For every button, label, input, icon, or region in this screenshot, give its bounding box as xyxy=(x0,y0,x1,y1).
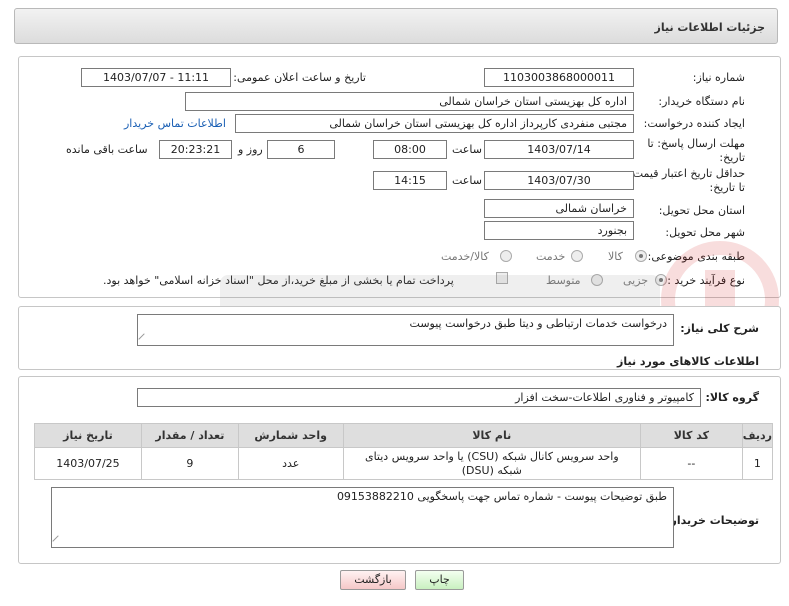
need-number-label: شماره نیاز: xyxy=(692,71,745,84)
goods-group-field[interactable]: کامپیوتر و فناوری اطلاعات-سخت افزار xyxy=(137,388,701,407)
resize-grip-icon[interactable] xyxy=(52,535,64,547)
col-qty: تعداد / مقدار xyxy=(140,423,239,448)
col-unit: واحد شمارش xyxy=(237,423,344,448)
goods-table: ردیف کد کالا نام کالا واحد شمارش تعداد /… xyxy=(34,423,774,480)
summary-text: درخواست خدمات ارتباطی و دیتا طبق درخواست… xyxy=(409,317,667,330)
resize-grip-icon[interactable] xyxy=(138,333,150,345)
cell-row: 1 xyxy=(741,447,774,480)
col-date: تاریخ نیاز xyxy=(34,423,142,448)
table-header-row: ردیف کد کالا نام کالا واحد شمارش تعداد /… xyxy=(34,423,774,448)
process-medium-label: متوسط xyxy=(546,274,581,287)
process-medium-radio[interactable] xyxy=(591,274,603,286)
deadline-time-field[interactable]: 08:00 xyxy=(373,140,447,159)
cell-unit: عدد xyxy=(237,447,344,480)
deadline-label: مهلت ارسال پاسخ: تا تاریخ: xyxy=(647,137,745,164)
print-button[interactable]: چاپ xyxy=(415,570,464,590)
process-label: نوع فرآیند خرید : xyxy=(667,274,745,287)
category-service-radio[interactable] xyxy=(571,250,583,262)
province-label: استان محل تحویل: xyxy=(658,204,745,217)
remaining-label: ساعت باقی مانده xyxy=(66,143,148,156)
deadline-date-field[interactable]: 1403/07/14 xyxy=(484,140,634,159)
days-field[interactable]: 6 xyxy=(267,140,335,159)
cell-name: واحد سرویس کانال شبکه (CSU) یا واحد سروی… xyxy=(342,447,642,480)
city-label: شهر محل تحویل: xyxy=(665,226,745,239)
goods-group-label: گروه کالا: xyxy=(705,391,759,404)
category-goods-label: کالا xyxy=(608,250,623,263)
summary-field[interactable]: درخواست خدمات ارتباطی و دیتا طبق درخواست… xyxy=(137,314,674,346)
category-both-radio[interactable] xyxy=(500,250,512,262)
col-code: کد کالا xyxy=(640,423,743,448)
treasury-payment-checkbox[interactable] xyxy=(496,272,508,284)
category-goods-radio[interactable] xyxy=(635,250,647,262)
buyer-notes-text: طبق توضیحات پیوست - شماره تماس جهت پاسخگ… xyxy=(336,490,667,503)
validity-label: حداقل تاریخ اعتبار قیمت: تا تاریخ: xyxy=(629,167,745,194)
announce-label: تاریخ و ساعت اعلان عمومی: xyxy=(233,71,366,84)
category-both-label: کالا/خدمت xyxy=(441,250,489,263)
cell-code: -- xyxy=(640,447,743,480)
creator-label: ایجاد کننده درخواست: xyxy=(643,117,745,130)
announce-field[interactable]: 1403/07/07 - 11:11 xyxy=(81,68,231,87)
page-title: جزئیات اطلاعات نیاز xyxy=(654,21,766,34)
days-label: روز و xyxy=(238,143,263,156)
summary-label: شرح کلی نیاز: xyxy=(680,322,759,335)
page-header: جزئیات اطلاعات نیاز xyxy=(14,8,778,44)
col-row: ردیف xyxy=(741,423,774,448)
need-number-field[interactable]: 1103003868000011 xyxy=(484,68,634,87)
back-button[interactable]: بازگشت xyxy=(340,570,406,590)
category-label: طبقه بندی موضوعی: xyxy=(647,250,745,263)
buyer-notes-field[interactable]: طبق توضیحات پیوست - شماره تماس جهت پاسخگ… xyxy=(51,487,674,548)
validity-date-field[interactable]: 1403/07/30 xyxy=(484,171,634,190)
table-row[interactable]: 1 -- واحد سرویس کانال شبکه (CSU) یا واحد… xyxy=(34,447,774,480)
col-name: نام کالا xyxy=(342,423,642,448)
process-minor-radio[interactable] xyxy=(655,274,667,286)
validity-time-label: ساعت xyxy=(452,174,482,187)
city-field[interactable]: بجنورد xyxy=(484,221,634,240)
deadline-time-label: ساعت xyxy=(452,143,482,156)
buyer-field[interactable]: اداره کل بهزیستی استان خراسان شمالی xyxy=(185,92,634,111)
province-field[interactable]: خراسان شمالی xyxy=(484,199,634,218)
remaining-time-field[interactable]: 20:23:21 xyxy=(159,140,232,159)
goods-section-title: اطلاعات کالاهای مورد نیاز xyxy=(617,355,759,368)
validity-time-field[interactable]: 14:15 xyxy=(373,171,447,190)
buyer-label: نام دستگاه خریدار: xyxy=(658,95,745,108)
category-service-label: خدمت xyxy=(536,250,566,263)
process-minor-label: جزیی xyxy=(623,274,649,287)
cell-date: 1403/07/25 xyxy=(34,447,142,480)
treasury-payment-note: پرداخت تمام یا بخشی از مبلغ خرید،از محل … xyxy=(103,274,454,287)
buyer-contact-link[interactable]: اطلاعات تماس خریدار xyxy=(124,117,226,130)
creator-field[interactable]: مجتبی منفردی کارپرداز اداره کل بهزیستی ا… xyxy=(235,114,634,133)
cell-qty: 9 xyxy=(140,447,239,480)
buyer-notes-label: توضیحات خریدار: xyxy=(666,514,759,527)
